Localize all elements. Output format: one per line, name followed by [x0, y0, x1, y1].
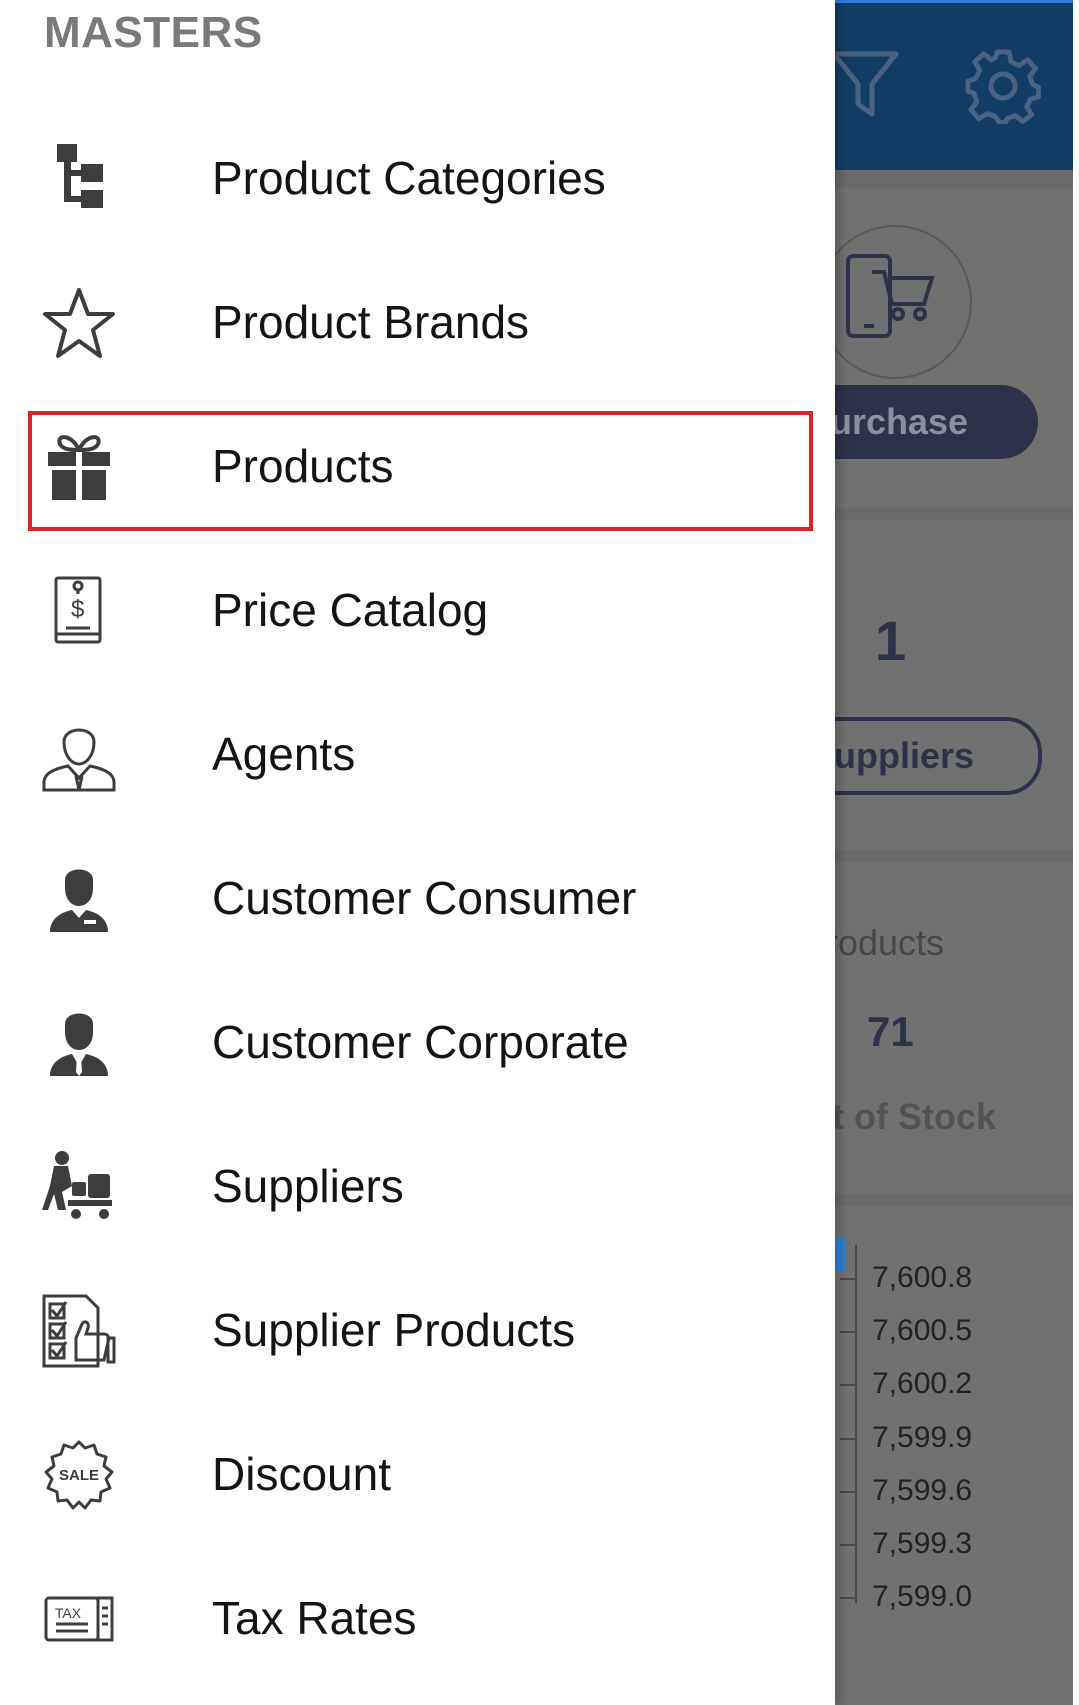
- y-tick-label: 7,599.3: [872, 1526, 973, 1560]
- menu-item-customer-consumer[interactable]: Customer Consumer: [0, 826, 835, 970]
- menu-label: Supplier Products: [212, 1304, 576, 1356]
- menu-item-discount[interactable]: SALE Discount: [0, 1402, 835, 1546]
- out-of-stock-label: t of Stock: [832, 1096, 997, 1137]
- section-title: MASTERS: [44, 8, 263, 57]
- gift-icon: [42, 430, 116, 504]
- menu-item-tax-rates[interactable]: TAX Tax Rates: [0, 1546, 835, 1690]
- y-tick-label: 7,599.9: [872, 1420, 973, 1454]
- menu-label: Suppliers: [212, 1160, 404, 1212]
- chart-y-tick: [840, 1597, 855, 1600]
- chart-y-tick: [840, 1437, 855, 1440]
- chart-y-tick: [840, 1331, 855, 1334]
- suppliers-count: 1: [875, 609, 907, 672]
- hierarchy-icon: [42, 142, 116, 216]
- mobile-cart-icon: [846, 254, 935, 338]
- menu-item-product-brands[interactable]: Product Brands: [0, 250, 835, 394]
- menu-label: Product Categories: [212, 152, 606, 204]
- menu-label: Tax Rates: [212, 1592, 417, 1644]
- menu-label: Product Brands: [212, 296, 530, 348]
- chart-y-tick-labels: 7,600.8 7,600.5 7,600.2 7,599.9 7,599.6 …: [872, 1258, 1072, 1630]
- chart-y-axis: [855, 1245, 857, 1603]
- y-tick-label: 7,600.8: [872, 1261, 973, 1294]
- menu-item-price-catalog[interactable]: $ Price Catalog: [0, 538, 835, 682]
- masters-menu: Product Categories Product Brands Produc…: [0, 106, 835, 1690]
- menu-item-product-categories[interactable]: Product Categories: [0, 106, 835, 250]
- filter-icon[interactable]: [830, 48, 900, 122]
- menu-item-products[interactable]: Products: [0, 394, 835, 538]
- price-tag-book-icon: $: [42, 574, 116, 648]
- corporate-icon: [42, 1006, 116, 1080]
- sale-badge-icon: SALE: [42, 1438, 116, 1512]
- svg-text:$: $: [71, 596, 84, 623]
- navigation-drawer: MASTERS Product Categories Product Brand…: [0, 0, 835, 1705]
- supplier-cart-icon: [42, 1150, 116, 1224]
- y-tick-label: 7,599.6: [872, 1473, 973, 1507]
- chart-title-fragment: [835, 1238, 845, 1272]
- svg-text:TAX: TAX: [55, 1605, 82, 1621]
- products-count: 71: [867, 1008, 914, 1055]
- chart-y-tick: [840, 1384, 855, 1387]
- menu-label: Price Catalog: [212, 584, 489, 636]
- y-tick-label: 7,599.0: [872, 1580, 973, 1614]
- svg-text:SALE: SALE: [59, 1467, 99, 1484]
- consumer-icon: [42, 862, 116, 936]
- gear-icon[interactable]: [965, 48, 1041, 124]
- star-icon: [42, 286, 116, 360]
- menu-label: Customer Consumer: [212, 872, 637, 924]
- tax-document-icon: TAX: [42, 1582, 116, 1656]
- agent-icon: [42, 718, 116, 792]
- y-tick-label: 7,600.2: [872, 1367, 973, 1401]
- menu-label: Customer Corporate: [212, 1016, 629, 1068]
- menu-item-suppliers[interactable]: Suppliers: [0, 1114, 835, 1258]
- chart-y-tick: [840, 1544, 855, 1546]
- menu-item-supplier-products[interactable]: Supplier Products: [0, 1258, 835, 1402]
- checklist-thumbs-up-icon: [42, 1294, 116, 1368]
- menu-label: Agents: [212, 728, 356, 780]
- menu-label: Products: [212, 440, 394, 492]
- screen-edge: [1073, 0, 1079, 1705]
- y-tick-label: 7,600.5: [872, 1314, 973, 1348]
- menu-label: Discount: [212, 1448, 391, 1500]
- products-label: roducts: [826, 922, 945, 963]
- chart-y-tick: [840, 1278, 855, 1280]
- suppliers-card: [830, 520, 1073, 850]
- chart-y-tick: [840, 1490, 855, 1493]
- menu-item-customer-corporate[interactable]: Customer Corporate: [0, 970, 835, 1114]
- menu-item-agents[interactable]: Agents: [0, 682, 835, 826]
